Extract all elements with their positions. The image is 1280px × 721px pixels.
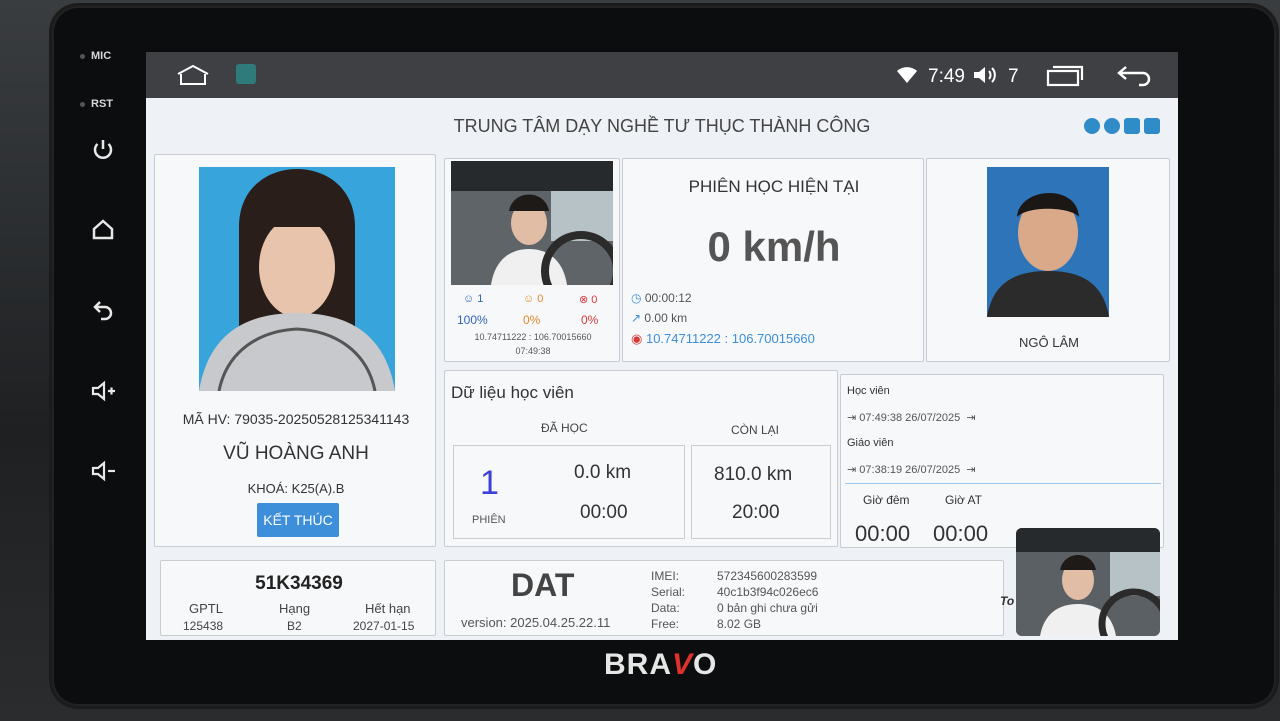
student-photo: [199, 167, 395, 391]
gptl-label: GPTL: [189, 601, 223, 616]
app-shortcut-icon[interactable]: [236, 64, 256, 84]
auto-hours-label: Giờ AT: [945, 493, 982, 507]
pct-warn: 0%: [523, 313, 541, 327]
login-log-panel: Học viên ⇥ 07:49:38 26/07/2025 ⇥ Giáo vi…: [840, 374, 1164, 548]
back-nav-icon[interactable]: [1116, 65, 1154, 87]
recent-apps-icon[interactable]: [1046, 65, 1084, 87]
stat-warn: ☺ 0: [523, 293, 544, 305]
gptl-value: 125438: [183, 619, 224, 633]
reset-button[interactable]: RST: [80, 98, 113, 110]
data-label: Data:: [651, 601, 680, 615]
learned-box: 1 PHIÊN 0.0 km 00:00: [453, 445, 685, 539]
data-value: 0 bản ghi chưa gửi: [717, 601, 818, 615]
learned-km: 0.0 km: [574, 462, 632, 483]
trend-icon: ↗: [631, 311, 642, 325]
imei-value: 572345600283599: [717, 569, 818, 583]
camera-time: 07:49:38: [515, 346, 551, 356]
free-label: Free:: [651, 617, 680, 631]
gps-icon: [1084, 118, 1100, 134]
student-name: VŨ HOÀNG ANH: [223, 443, 369, 464]
cam-preview-label: To: [1000, 594, 1015, 608]
serial-label: Serial:: [651, 585, 686, 599]
speed-display: 0 km/h: [707, 223, 841, 270]
pct-ok: 100%: [457, 313, 488, 327]
vehicle-panel: 51K34369 GPTL 125438 Hạng B2 Hết hạn 202…: [160, 560, 436, 636]
mic-indicator: MIC: [80, 50, 111, 62]
teacher-name: NGÔ LÂM: [1019, 335, 1079, 350]
night-hours-value: 00:00: [855, 521, 911, 546]
remaining-header: CÒN LẠI: [731, 423, 780, 437]
session-coords: ◉ 10.74711222 : 106.70015660: [631, 331, 815, 346]
power-icon[interactable]: [88, 134, 118, 164]
android-status-bar: 7:49 7: [146, 52, 1178, 98]
learned-time: 00:00: [580, 502, 628, 523]
device-name: DAT: [511, 567, 575, 603]
device-info-panel: DAT version: 2025.04.25.22.11 IMEI: Seri…: [444, 560, 1004, 636]
student-log-label: Học viên: [847, 385, 890, 397]
learner-data-panel: Dữ liệu học viên ĐÃ HỌC CÒN LẠI 1 PHIÊN …: [444, 370, 838, 547]
student-course: KHOÁ: K25(A).B: [247, 481, 345, 496]
serial-value: 40c1b3f94c026ec6: [717, 585, 819, 599]
log-divider: [845, 483, 1161, 484]
volume-up-icon[interactable]: [88, 376, 118, 406]
cabin-camera-feed: [451, 161, 613, 285]
volume-level: 7: [1008, 66, 1019, 87]
stat-error: ⊗ 0: [579, 294, 598, 306]
database-icon: [1144, 118, 1160, 134]
learner-data-title: Dữ liệu học viên: [451, 383, 574, 402]
brand-logo: BRAVO: [604, 648, 718, 681]
teacher-photo: [987, 167, 1109, 317]
camera-icon: [1124, 118, 1140, 134]
home-nav-icon[interactable]: [176, 64, 210, 86]
night-hours-label: Giờ đêm: [863, 493, 910, 507]
driver-camera-preview[interactable]: [1016, 528, 1160, 636]
clock: 7:49: [928, 66, 965, 87]
class-value: B2: [287, 619, 302, 633]
camera-coords: 10.74711222 : 106.70015660: [474, 332, 592, 342]
expiry-label: Hết hạn: [365, 601, 411, 616]
app-title: TRUNG TÂM DẠY NGHỀ TƯ THỤC THÀNH CÔNG: [453, 116, 871, 136]
session-title: PHIÊN HỌC HIỆN TẠI: [688, 177, 860, 196]
license-plate: 51K34369: [255, 573, 343, 594]
session-unit: PHIÊN: [472, 514, 506, 526]
student-panel: MÃ HV: 79035-20250528125341143 VŨ HOÀNG …: [154, 154, 436, 547]
learned-header: ĐÃ HỌC: [541, 421, 588, 435]
end-session-button[interactable]: KẾT THÚC: [257, 503, 339, 537]
teacher-log-time: ⇥ 07:38:19 26/07/2025 ⇥: [847, 464, 976, 476]
teacher-log-label: Giáo viên: [847, 437, 894, 449]
volume-icon[interactable]: [972, 65, 998, 85]
teacher-panel: NGÔ LÂM: [926, 158, 1170, 362]
session-count: 1: [480, 464, 499, 502]
imei-label: IMEI:: [651, 569, 680, 583]
session-duration: ◷ 00:00:12: [631, 291, 692, 305]
student-log-time: ⇥ 07:49:38 26/07/2025 ⇥: [847, 412, 976, 424]
screen: 7:49 7 TRUNG TÂM DẠY NGHỀ TƯ THỤC THÀNH …: [146, 52, 1178, 640]
student-code: MÃ HV: 79035-20250528125341143: [182, 411, 410, 427]
clock-icon: ◷: [631, 291, 642, 305]
remaining-box: 810.0 km 20:00: [691, 445, 831, 539]
location-icon: ◉: [631, 331, 643, 346]
session-panel: PHIÊN HỌC HIỆN TẠI 0 km/h ◷ 00:00:12 ↗ 0…: [622, 158, 924, 362]
camera-panel: ☺ 1 ☺ 0 ⊗ 0 100% 0% 0% 10.74711222 : 106…: [444, 158, 620, 362]
wifi-icon: [897, 67, 917, 83]
session-distance: ↗ 0.00 km: [631, 311, 688, 325]
expiry-value: 2027-01-15: [353, 619, 415, 633]
remaining-time: 20:00: [732, 502, 780, 523]
device-version: version: 2025.04.25.22.11: [461, 615, 611, 630]
back-icon[interactable]: [88, 294, 118, 324]
free-value: 8.02 GB: [717, 617, 762, 631]
volume-down-icon[interactable]: [88, 456, 118, 486]
auto-hours-value: 00:00: [933, 521, 989, 546]
remaining-km: 810.0 km: [714, 464, 793, 485]
pct-error: 0%: [581, 313, 599, 327]
top-status-icons: [1084, 118, 1160, 134]
stat-ok: ☺ 1: [463, 293, 484, 305]
home-icon[interactable]: [88, 214, 118, 244]
class-label: Hạng: [279, 601, 311, 616]
globe-icon: [1104, 118, 1120, 134]
